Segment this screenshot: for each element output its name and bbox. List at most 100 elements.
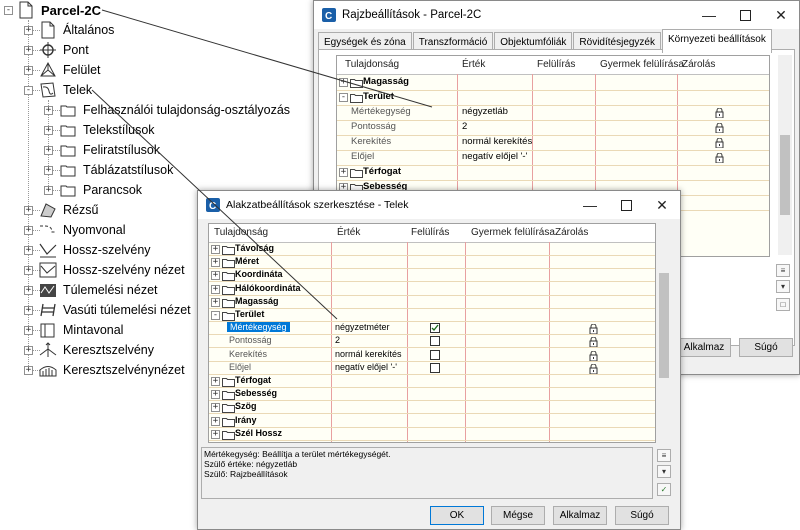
tree-item[interactable]: + Parancsok xyxy=(44,180,142,200)
property-value[interactable]: négyzetláb xyxy=(462,106,508,117)
property-value[interactable]: négyzetméter xyxy=(335,322,390,332)
tree-item[interactable]: + Vasúti túlemelési nézet xyxy=(24,300,191,320)
expand-icon[interactable]: + xyxy=(24,285,33,295)
w1-expand-icon[interactable]: ≡ xyxy=(776,264,790,277)
expand-icon[interactable]: + xyxy=(211,429,220,439)
override-checkbox[interactable] xyxy=(430,349,440,360)
feature-grid-scroll-thumb[interactable] xyxy=(659,273,669,378)
tree-item[interactable]: + Nyomvonal xyxy=(24,220,126,240)
help-button[interactable]: Súgó xyxy=(615,506,669,525)
lock-icon[interactable] xyxy=(589,323,598,335)
expand-icon[interactable]: + xyxy=(211,258,220,268)
expand-icon[interactable]: + xyxy=(24,65,33,75)
column-header[interactable]: Érték xyxy=(337,227,360,238)
maximize-button[interactable] xyxy=(608,191,644,219)
grid-row[interactable]: + Térfogat xyxy=(337,165,769,181)
expand-icon[interactable]: + xyxy=(24,365,33,375)
expand-icon[interactable]: + xyxy=(24,225,33,235)
expand-icon[interactable]: + xyxy=(339,78,348,87)
ambient-grid-scrollbar[interactable] xyxy=(778,55,792,255)
lock-icon[interactable] xyxy=(715,122,724,134)
cancel-button[interactable]: Mégse xyxy=(491,506,545,525)
expand-icon[interactable]: + xyxy=(24,325,33,335)
tree-item[interactable]: + Általános xyxy=(24,20,114,40)
expand-icon[interactable]: + xyxy=(44,145,53,155)
column-header[interactable]: Felülírás xyxy=(537,59,575,70)
lock-icon[interactable] xyxy=(589,363,598,375)
grid-row[interactable]: - Terület xyxy=(337,90,769,106)
tree-item[interactable]: + Feliratstílusok xyxy=(44,140,160,160)
feature-grid-scrollbar[interactable] xyxy=(657,223,671,441)
tree-item[interactable]: + Táblázatstílusok xyxy=(44,160,173,180)
tree-item[interactable]: + Hossz-szelvény xyxy=(24,240,151,260)
expand-icon[interactable]: + xyxy=(211,403,220,413)
expand-icon[interactable]: + xyxy=(44,185,53,195)
property-value[interactable]: normál kerekítés xyxy=(335,349,402,359)
grid-row[interactable]: - Terület xyxy=(209,309,655,322)
tree-item[interactable]: + Keresztszelvénynézet xyxy=(24,360,185,380)
w1-collapse-icon[interactable]: ▾ xyxy=(776,280,790,293)
grid-row[interactable]: Előjel negatív előjel '-' xyxy=(209,362,655,375)
grid-row[interactable]: Előjel negatív előjel '-' xyxy=(337,150,769,166)
column-header[interactable]: Érték xyxy=(462,59,485,70)
tree-item[interactable]: + Túlemelési nézet xyxy=(24,280,158,300)
expand-icon[interactable]: + xyxy=(211,377,220,386)
tree-item[interactable]: + Felhasználói tulajdonság-osztályozás xyxy=(44,100,290,120)
ok-button[interactable]: OK xyxy=(430,506,484,525)
grid-row[interactable]: + Szél Hossz xyxy=(209,428,655,441)
grid-row[interactable]: Kerekítés normál kerekítés xyxy=(337,135,769,151)
grid-row[interactable]: + Magasság xyxy=(337,75,769,91)
minimize-button[interactable]: — xyxy=(691,1,727,29)
lock-icon[interactable] xyxy=(715,107,724,119)
property-value[interactable]: 2 xyxy=(462,121,467,132)
expand-icon[interactable]: + xyxy=(24,205,33,215)
w2-expand-icon[interactable]: ≡ xyxy=(657,449,671,462)
w2-edit-icon[interactable]: ✓ xyxy=(657,483,671,496)
expand-icon[interactable]: + xyxy=(211,245,220,254)
grid-row[interactable]: + Koordináta xyxy=(209,269,655,283)
expand-icon[interactable]: + xyxy=(211,297,220,307)
collapse-icon[interactable]: - xyxy=(211,311,220,320)
grid-row[interactable]: + Hálókoordináta xyxy=(209,283,655,296)
property-value[interactable]: negatív előjel '-' xyxy=(335,362,397,372)
column-header[interactable]: Zárolás xyxy=(555,227,588,238)
collapse-icon[interactable]: - xyxy=(339,93,348,102)
tree-item[interactable]: + Hossz-szelvény nézet xyxy=(24,260,185,280)
column-header[interactable]: Gyermek felülírása xyxy=(600,59,684,70)
grid-row[interactable]: Mértékegység négyzetméter xyxy=(209,322,655,336)
grid-row[interactable]: + Távolság xyxy=(209,243,655,256)
grid-row[interactable]: + Irány xyxy=(209,415,655,428)
grid-row[interactable]: Pontosság 2 xyxy=(209,335,655,349)
expand-icon[interactable]: + xyxy=(24,245,33,255)
collapse-icon[interactable]: - xyxy=(4,5,13,15)
column-header[interactable]: Zárolás xyxy=(682,59,715,70)
tree-item[interactable]: + Pont xyxy=(24,40,89,60)
grid-row[interactable]: +Idő xyxy=(209,441,655,442)
w1-edit-icon[interactable]: □ xyxy=(776,298,790,311)
grid-row[interactable]: + Térfogat xyxy=(209,375,655,388)
expand-icon[interactable]: + xyxy=(24,265,33,275)
ambient-grid-scroll-thumb[interactable] xyxy=(780,135,790,215)
maximize-button[interactable] xyxy=(727,1,763,29)
property-value[interactable]: normál kerekítés xyxy=(462,136,532,147)
minimize-button[interactable]: — xyxy=(572,191,608,219)
help-button[interactable]: Súgó xyxy=(739,338,793,357)
grid-row[interactable]: + Magasság xyxy=(209,296,655,309)
expand-icon[interactable]: + xyxy=(339,168,348,177)
tree-item[interactable]: + Keresztszelvény xyxy=(24,340,154,360)
expand-icon[interactable]: + xyxy=(44,165,53,175)
column-header[interactable]: Tulajdonság xyxy=(345,59,399,70)
column-header[interactable]: Tulajdonság xyxy=(214,227,268,238)
drawing-settings-titlebar[interactable]: C Rajzbeállítások - Parcel-2C — ✕ xyxy=(314,1,799,29)
override-checkbox[interactable] xyxy=(430,336,440,347)
property-value[interactable]: 2 xyxy=(335,335,340,345)
column-header[interactable]: Felülírás xyxy=(411,227,449,238)
close-button[interactable]: ✕ xyxy=(763,1,799,29)
lock-icon[interactable] xyxy=(715,137,724,149)
feature-settings-titlebar[interactable]: C Alakzatbeállítások szerkesztése - Tele… xyxy=(198,191,680,219)
tree-item[interactable]: - Telek xyxy=(24,80,92,100)
property-value[interactable]: negatív előjel '-' xyxy=(462,151,527,162)
expand-icon[interactable]: + xyxy=(24,305,33,315)
tree-item[interactable]: + Felület xyxy=(24,60,101,80)
lock-icon[interactable] xyxy=(715,152,724,164)
